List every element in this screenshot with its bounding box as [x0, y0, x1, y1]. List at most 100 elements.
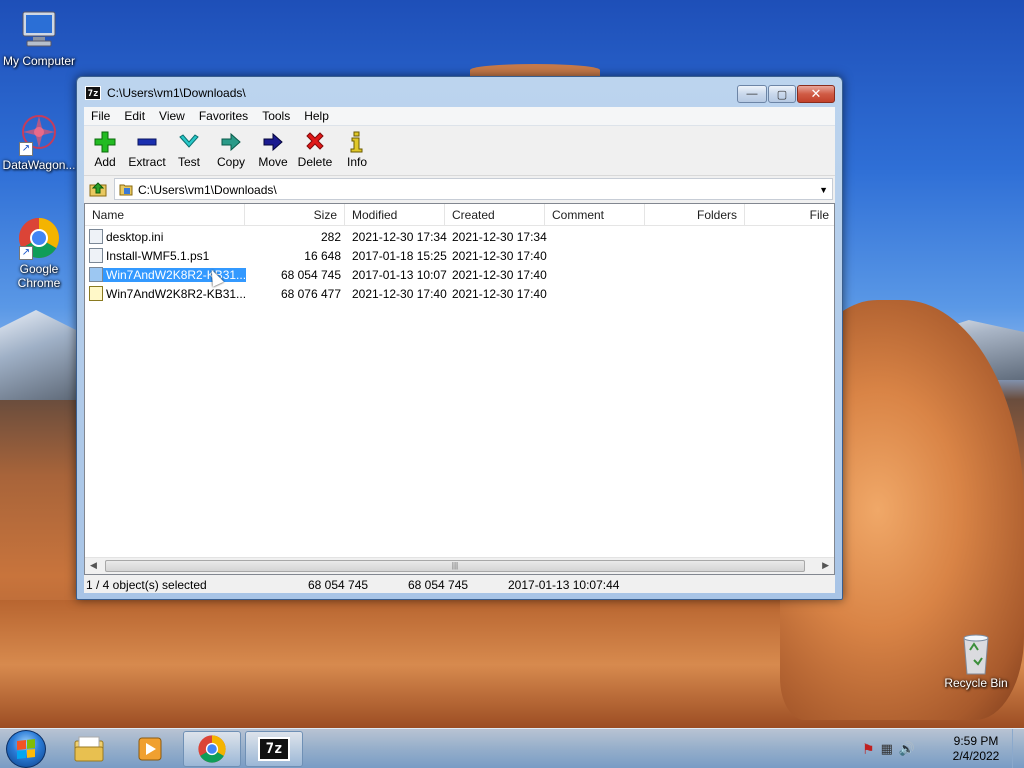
- datawagon-icon: ↗: [17, 112, 61, 156]
- desktop-icon-label: Recycle Bin: [944, 676, 1008, 690]
- file-modified: 2017-01-18 15:25: [352, 249, 447, 263]
- taskbar: 7z ⚑ ▦ 🔊 9:59 PM 2/4/2022: [0, 728, 1024, 768]
- address-combobox[interactable]: C:\Users\vm1\Downloads\ ▼: [114, 178, 833, 200]
- network-icon[interactable]: ▦: [881, 741, 893, 757]
- menu-file[interactable]: File: [84, 107, 117, 125]
- 7zip-icon: 7z: [258, 737, 290, 761]
- column-header-size[interactable]: Size: [245, 204, 345, 226]
- clock-date: 2/4/2022: [952, 749, 1000, 763]
- window-client-area: File Edit View Favorites Tools Help Add …: [84, 107, 835, 593]
- scroll-left-icon[interactable]: ◀: [90, 560, 97, 571]
- move-button[interactable]: Move: [252, 129, 294, 169]
- taskbar-7zip[interactable]: 7z: [245, 731, 303, 767]
- folder-up-icon: [89, 182, 107, 197]
- windows-logo-icon: [17, 739, 35, 759]
- column-header-modified[interactable]: Modified: [345, 204, 445, 226]
- file-name: Win7AndW2K8R2-KB31...: [106, 287, 246, 301]
- file-modified: 2017-01-13 10:07: [352, 268, 447, 282]
- delete-button[interactable]: Delete: [294, 129, 336, 169]
- status-date: 2017-01-13 10:07:44: [508, 578, 620, 592]
- test-icon: [168, 129, 210, 155]
- taskbar-media-player[interactable]: [121, 731, 179, 767]
- status-packed-size: 68 054 745: [408, 578, 469, 592]
- action-center-flag-icon[interactable]: ⚑: [862, 741, 875, 758]
- minimize-button[interactable]: —: [737, 85, 767, 103]
- menu-favorites[interactable]: Favorites: [192, 107, 255, 125]
- media-player-icon: [138, 737, 162, 761]
- info-label: Info: [346, 155, 367, 169]
- info-icon: [336, 129, 378, 155]
- column-header-created[interactable]: Created: [445, 204, 545, 226]
- status-size: 68 054 745: [308, 578, 369, 592]
- add-label: Add: [94, 155, 116, 169]
- column-header-folders[interactable]: Folders: [645, 204, 745, 226]
- address-bar: C:\Users\vm1\Downloads\ ▼: [84, 177, 835, 201]
- toolbar: Add Extract Test Copy Move Delete Info: [84, 126, 835, 176]
- test-label: Test: [177, 155, 200, 169]
- menu-help[interactable]: Help: [297, 107, 336, 125]
- file-size: 16 648: [304, 249, 341, 263]
- menu-edit[interactable]: Edit: [117, 107, 152, 125]
- file-row[interactable]: Win7AndW2K8R2-KB31... 68 076 477 2021-12…: [85, 285, 834, 304]
- start-button[interactable]: [6, 730, 46, 768]
- file-size: 282: [320, 230, 341, 244]
- minimize-icon: —: [746, 88, 758, 100]
- desktop-icon-datawagon[interactable]: ↗ DataWagon...: [0, 112, 78, 172]
- column-header-files[interactable]: File: [745, 204, 836, 226]
- delete-icon: [294, 129, 336, 155]
- file-name: desktop.ini: [106, 230, 164, 244]
- desktop-icon-label: Google Chrome: [17, 262, 61, 290]
- move-icon: [252, 129, 294, 155]
- maximize-button[interactable]: ▢: [768, 85, 796, 103]
- computer-icon: [17, 8, 61, 52]
- file-modified: 2021-12-30 17:34: [352, 230, 447, 244]
- copy-button[interactable]: Copy: [210, 129, 252, 169]
- add-button[interactable]: Add: [84, 129, 126, 169]
- scroll-right-icon[interactable]: ▶: [822, 560, 829, 571]
- scrollbar-thumb[interactable]: |||: [105, 560, 805, 572]
- desktop-icon-google-chrome[interactable]: ↗ Google Chrome: [0, 216, 78, 290]
- window-title: C:\Users\vm1\Downloads\: [107, 86, 246, 100]
- folder-up-button[interactable]: [87, 179, 109, 199]
- taskbar-explorer[interactable]: [60, 731, 118, 767]
- file-row-selected[interactable]: Win7AndW2K8R2-KB31... 68 054 745 2017-01…: [85, 266, 834, 285]
- windows-explorer-icon: [74, 736, 104, 762]
- file-list[interactable]: Name Size Modified Created Comment Folde…: [84, 203, 835, 575]
- taskbar-chrome[interactable]: [183, 731, 241, 767]
- volume-icon[interactable]: 🔊: [899, 741, 915, 757]
- zip-file-icon: [89, 286, 103, 301]
- show-desktop-button[interactable]: [1012, 729, 1024, 768]
- column-header-comment[interactable]: Comment: [545, 204, 645, 226]
- menu-tools[interactable]: Tools: [255, 107, 297, 125]
- window-titlebar[interactable]: 7z C:\Users\vm1\Downloads\ — ▢ ✕: [77, 77, 842, 107]
- file-row[interactable]: desktop.ini 282 2021-12-30 17:34 2021-12…: [85, 228, 834, 247]
- desktop-icon-my-computer[interactable]: My Computer: [0, 8, 78, 68]
- copy-label: Copy: [216, 155, 245, 169]
- file-created: 2021-12-30 17:34: [452, 230, 547, 244]
- address-path: C:\Users\vm1\Downloads\: [138, 183, 277, 197]
- add-icon: [84, 129, 126, 155]
- taskbar-clock[interactable]: 9:59 PM 2/4/2022: [936, 734, 1016, 764]
- maximize-icon: ▢: [776, 88, 788, 101]
- desktop-icon-recycle-bin[interactable]: Recycle Bin: [936, 630, 1016, 690]
- chrome-icon: [198, 735, 226, 763]
- 7zip-window[interactable]: 7z C:\Users\vm1\Downloads\ — ▢ ✕ File Ed…: [76, 76, 843, 600]
- menu-view[interactable]: View: [152, 107, 192, 125]
- extract-button[interactable]: Extract: [126, 129, 168, 169]
- info-button[interactable]: Info: [336, 129, 378, 169]
- chevron-down-icon[interactable]: ▼: [819, 185, 828, 195]
- move-label: Move: [258, 155, 288, 169]
- status-bar: 1 / 4 object(s) selected 68 054 745 68 0…: [84, 577, 835, 593]
- file-row[interactable]: Install-WMF5.1.ps1 16 648 2017-01-18 15:…: [85, 247, 834, 266]
- horizontal-scrollbar[interactable]: ◀ ||| ▶: [85, 557, 834, 574]
- close-button[interactable]: ✕: [797, 85, 835, 103]
- clock-time: 9:59 PM: [953, 734, 999, 748]
- extract-icon: [126, 129, 168, 155]
- file-size: 68 054 745: [280, 268, 341, 282]
- recycle-bin-icon: [954, 630, 998, 675]
- chrome-icon: ↗: [17, 216, 61, 260]
- test-button[interactable]: Test: [168, 129, 210, 169]
- script-file-icon: [89, 248, 103, 263]
- column-header-name[interactable]: Name: [85, 204, 245, 226]
- desktop-icon-label: My Computer: [2, 54, 76, 68]
